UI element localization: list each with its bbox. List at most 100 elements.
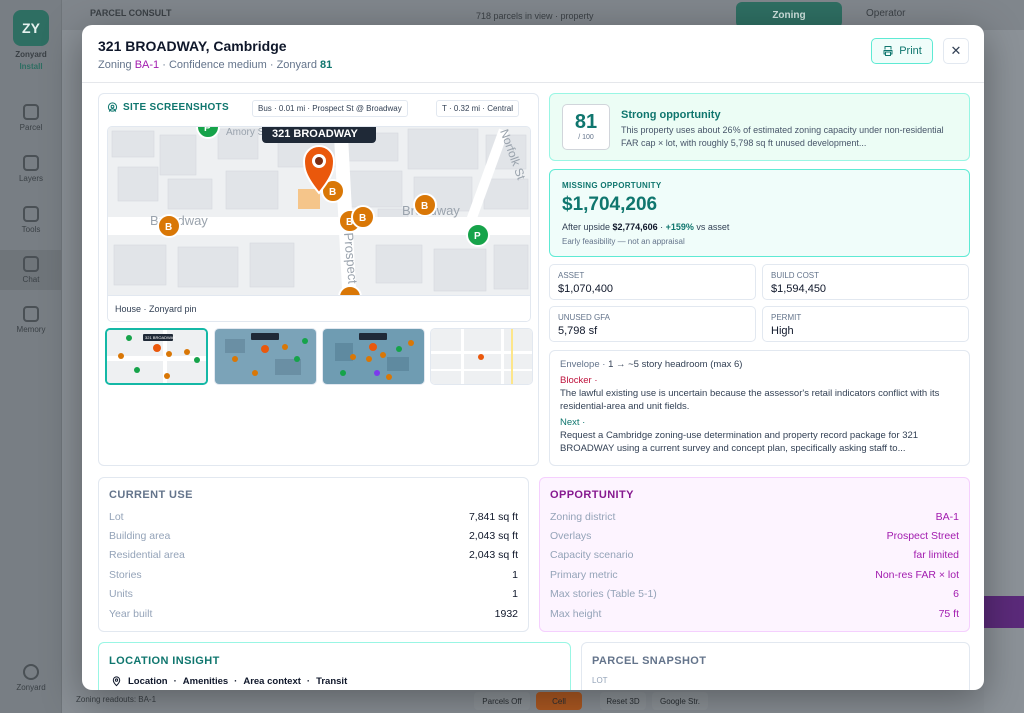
cell-button[interactable]: Cell: [536, 692, 582, 710]
location-pin-icon: [112, 676, 121, 687]
background-bottom-text: Zoning readouts: BA-1: [76, 695, 157, 704]
svg-text:P: P: [204, 127, 211, 134]
table-row: Residential area 2,043 sq ft: [109, 549, 518, 561]
parking-marker[interactable]: P: [466, 223, 490, 247]
score-heading: Strong opportunity: [621, 109, 721, 121]
screenshot-thumbnail-2[interactable]: [214, 328, 317, 385]
zonyard-icon: [23, 664, 39, 680]
appraisal-note: Early feasibility — not an appraisal: [562, 237, 685, 246]
location-insight-card: LOCATION INSIGHT Location · Amenities · Ar…: [98, 642, 571, 690]
score-description: This property uses about 26% of estimate…: [621, 125, 944, 148]
zoning-value: BA-1: [134, 59, 160, 71]
parcels-off-button[interactable]: Parcels Off: [474, 692, 530, 710]
rail-item-tools[interactable]: Tools: [0, 206, 62, 234]
parcel-snapshot-card: PARCEL SNAPSHOT LOT: [581, 642, 970, 690]
missing-opportunity-card: MISSING OPPORTUNITY $1,704,206 After ups…: [549, 169, 970, 257]
svg-text:B: B: [165, 222, 172, 233]
table-row: Units 1: [109, 588, 518, 600]
location-tabs: Location · Amenities · Area context · Trans…: [111, 675, 347, 687]
nav-rail: ZY Zonyard Install Parcel Layers Tools C…: [0, 0, 62, 713]
table-row: Capacity scenario far limited: [550, 549, 959, 561]
modal-title: 321 BROADWAY, Cambridge: [98, 38, 287, 54]
brand-sub: Install: [19, 62, 43, 71]
blocker-label: Blocker ·: [560, 375, 598, 386]
svg-text:B: B: [359, 213, 366, 224]
table-row: Lot 7,841 sq ft: [109, 511, 518, 523]
current-use-card: CURRENT USE Lot 7,841 sq ft Building area…: [98, 477, 529, 632]
operator-tab[interactable]: Operator: [866, 8, 905, 19]
brand-name: Zonyard: [15, 50, 47, 59]
score-denominator: / 100: [578, 134, 594, 141]
blocker-text: The lawful existing use is uncertain bec…: [560, 388, 940, 412]
tab-area-context[interactable]: Area context: [243, 676, 301, 687]
street-label: Amory St: [226, 127, 267, 138]
background-action-button[interactable]: [984, 596, 1024, 628]
score-value: 81: [574, 111, 598, 133]
screenshot-thumbnail-4[interactable]: [430, 328, 533, 385]
tab-amenities[interactable]: Amenities: [183, 676, 228, 687]
stat-asset: ASSET $1,070,400: [549, 264, 756, 300]
missing-opportunity-value: $1,704,206: [562, 194, 658, 215]
table-row: Zoning district BA-1: [550, 511, 959, 523]
svg-text:P: P: [474, 231, 481, 242]
rail-item-parcel[interactable]: Parcel: [0, 104, 62, 132]
location-insight-title: LOCATION INSIGHT: [109, 655, 220, 667]
close-icon: ✕: [950, 43, 962, 58]
site-map[interactable]: Broadway Broadway Prospect St Norfolk St…: [107, 126, 531, 322]
search-icon: [23, 104, 39, 120]
site-screenshots-card: SITE SCREENSHOTS Bus · 0.01 mi · Prospec…: [98, 93, 539, 466]
reset-3d-button[interactable]: Reset 3D: [600, 692, 646, 710]
pin-label: 321 BROADWAY: [272, 128, 358, 140]
table-row: Overlays Prospect Street: [550, 530, 959, 542]
current-use-title: CURRENT USE: [109, 489, 193, 501]
table-row: Building area 2,043 sq ft: [109, 530, 518, 542]
chat-icon: [23, 256, 39, 272]
snapshot-lot-label: LOT: [592, 676, 608, 685]
bus-marker[interactable]: B: [351, 205, 375, 229]
rail-item-chat[interactable]: Chat: [0, 250, 62, 290]
print-button[interactable]: Print: [871, 38, 933, 64]
site-screenshots-title: SITE SCREENSHOTS: [107, 102, 229, 113]
next-label: Next ·: [560, 417, 586, 428]
missing-opportunity-label: MISSING OPPORTUNITY: [562, 181, 662, 190]
rail-item-zonyard[interactable]: Zonyard: [0, 664, 62, 692]
map-caption: House · Zonyard pin: [108, 295, 530, 321]
stat-unused-gfa: UNUSED GFA 5,798 sf: [549, 306, 756, 342]
t-transit-chip: T · 0.32 mi · Central: [436, 100, 519, 117]
table-row: Max height 75 ft: [550, 608, 959, 620]
opportunity-title: OPPORTUNITY: [550, 489, 634, 501]
zonyard-score-value: 81: [320, 59, 333, 71]
tab-transit[interactable]: Transit: [316, 676, 347, 687]
parcel-snapshot-title: PARCEL SNAPSHOT: [592, 655, 707, 667]
modal-subtitle: Zoning BA-1 · Confidence medium · Zonyar…: [98, 59, 333, 71]
rail-item-layers[interactable]: Layers: [0, 155, 62, 183]
app-logo[interactable]: ZY: [13, 10, 49, 46]
rail-item-memory[interactable]: Memory: [0, 306, 62, 334]
layers-icon: [23, 155, 39, 171]
screenshot-thumbnail-1[interactable]: 321 BROADWAY: [105, 328, 208, 385]
screenshot-thumbnail-3[interactable]: [322, 328, 425, 385]
envelope-note: Envelope · 1 → ~5 story headroom (max 6): [560, 359, 743, 370]
score-badge: 81 / 100: [562, 104, 610, 150]
after-upside-text: After upside $2,774,606 · +159% vs asset: [562, 222, 730, 232]
stat-permit: PERMIT High: [762, 306, 969, 342]
opportunity-card: OPPORTUNITY Zoning district BA-1 Overlays…: [539, 477, 970, 632]
table-row: Stories 1: [109, 569, 518, 581]
modal-header: 321 BROADWAY, Cambridge Zoning BA-1 · Co…: [82, 25, 984, 83]
tab-location[interactable]: Location: [128, 676, 168, 687]
table-row: Max stories (Table 5-1) 6: [550, 588, 959, 600]
bus-marker[interactable]: B: [157, 214, 181, 238]
svg-text:B: B: [421, 201, 428, 212]
google-street-button[interactable]: Google Str.: [652, 692, 708, 710]
printer-icon: [883, 46, 893, 56]
stat-build-cost: BUILD COST $1,594,450: [762, 264, 969, 300]
close-button[interactable]: ✕: [943, 38, 969, 64]
background-parcel-count: 718 parcels in view · property: [476, 11, 594, 21]
svg-text:B: B: [329, 187, 336, 198]
camera-icon: [107, 102, 118, 112]
feasibility-notes: Envelope · 1 → ~5 story headroom (max 6)…: [549, 350, 970, 466]
svg-text:321 BROADWAY: 321 BROADWAY: [145, 335, 176, 340]
bus-transit-chip: Bus · 0.01 mi · Prospect St @ Broadway: [252, 100, 408, 117]
bus-marker[interactable]: B: [413, 193, 437, 217]
parcel-modal: 321 BROADWAY, Cambridge Zoning BA-1 · Co…: [82, 25, 984, 690]
